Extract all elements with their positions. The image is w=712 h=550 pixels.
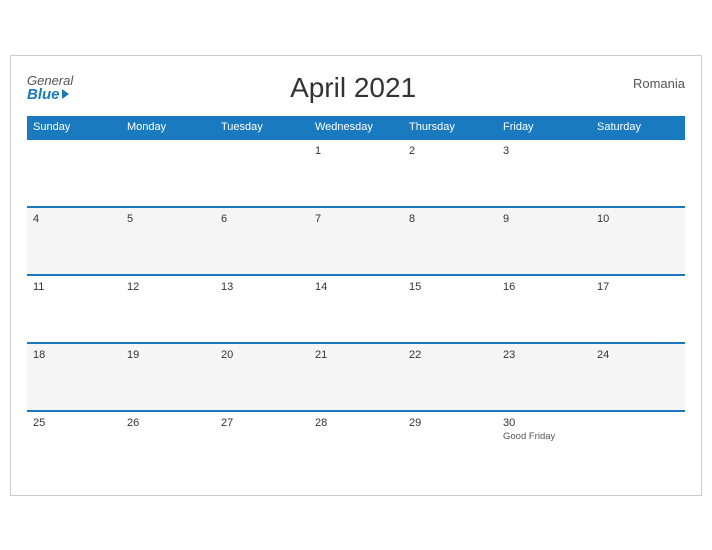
calendar-week-row: 123 (27, 139, 685, 207)
header-tuesday: Tuesday (215, 116, 309, 139)
calendar-cell: 7 (309, 207, 403, 275)
calendar-cell: 18 (27, 343, 121, 411)
calendar-cell: 28 (309, 411, 403, 479)
day-number: 26 (127, 417, 209, 429)
calendar-cell: 11 (27, 275, 121, 343)
day-number: 29 (409, 417, 491, 429)
day-number: 25 (33, 417, 115, 429)
day-number: 18 (33, 349, 115, 361)
calendar-cell: 13 (215, 275, 309, 343)
weekday-header-row: Sunday Monday Tuesday Wednesday Thursday… (27, 116, 685, 139)
calendar-cell: 4 (27, 207, 121, 275)
day-number: 5 (127, 213, 209, 225)
day-number: 24 (597, 349, 679, 361)
header-wednesday: Wednesday (309, 116, 403, 139)
day-number: 9 (503, 213, 585, 225)
calendar-cell: 20 (215, 343, 309, 411)
calendar-cell: 24 (591, 343, 685, 411)
logo-triangle-icon (62, 89, 69, 99)
calendar-cell: 8 (403, 207, 497, 275)
country-label: Romania (633, 72, 685, 91)
calendar-cell: 26 (121, 411, 215, 479)
day-number: 28 (315, 417, 397, 429)
day-number: 12 (127, 281, 209, 293)
day-number: 14 (315, 281, 397, 293)
day-number: 19 (127, 349, 209, 361)
calendar-cell: 3 (497, 139, 591, 207)
header-sunday: Sunday (27, 116, 121, 139)
calendar-cell: 15 (403, 275, 497, 343)
calendar-cell: 12 (121, 275, 215, 343)
day-number: 23 (503, 349, 585, 361)
calendar-grid: Sunday Monday Tuesday Wednesday Thursday… (27, 116, 685, 479)
calendar-cell: 5 (121, 207, 215, 275)
calendar-cell (121, 139, 215, 207)
calendar-container: General Blue April 2021 Romania Sunday M… (10, 55, 702, 496)
day-number: 7 (315, 213, 397, 225)
calendar-cell: 29 (403, 411, 497, 479)
calendar-cell (27, 139, 121, 207)
calendar-cell: 2 (403, 139, 497, 207)
calendar-cell: 27 (215, 411, 309, 479)
day-number: 21 (315, 349, 397, 361)
day-number: 17 (597, 281, 679, 293)
calendar-cell: 16 (497, 275, 591, 343)
calendar-cell (215, 139, 309, 207)
calendar-cell: 1 (309, 139, 403, 207)
calendar-cell: 25 (27, 411, 121, 479)
logo-general-text: General (27, 74, 73, 87)
event-label: Good Friday (503, 431, 585, 442)
day-number: 8 (409, 213, 491, 225)
calendar-cell (591, 139, 685, 207)
calendar-cell: 6 (215, 207, 309, 275)
day-number: 3 (503, 145, 585, 157)
day-number: 27 (221, 417, 303, 429)
calendar-cell: 17 (591, 275, 685, 343)
calendar-cell: 9 (497, 207, 591, 275)
header-saturday: Saturday (591, 116, 685, 139)
header-thursday: Thursday (403, 116, 497, 139)
day-number: 2 (409, 145, 491, 157)
calendar-cell: 22 (403, 343, 497, 411)
calendar-cell: 23 (497, 343, 591, 411)
day-number: 30 (503, 417, 585, 429)
calendar-week-row: 11 12 13 14 15 16 17 (27, 275, 685, 343)
calendar-cell: 14 (309, 275, 403, 343)
day-number: 15 (409, 281, 491, 293)
header-friday: Friday (497, 116, 591, 139)
day-number: 1 (315, 145, 397, 157)
day-number: 11 (33, 281, 115, 293)
calendar-title: April 2021 (73, 72, 633, 104)
day-number: 13 (221, 281, 303, 293)
calendar-cell: 30 Good Friday (497, 411, 591, 479)
calendar-cell: 10 (591, 207, 685, 275)
logo-blue-text: Blue (27, 87, 73, 102)
logo: General Blue (27, 74, 73, 102)
day-number: 10 (597, 213, 679, 225)
calendar-cell (591, 411, 685, 479)
header-monday: Monday (121, 116, 215, 139)
calendar-week-row: 18 19 20 21 22 23 24 (27, 343, 685, 411)
calendar-cell: 19 (121, 343, 215, 411)
calendar-cell: 21 (309, 343, 403, 411)
day-number: 4 (33, 213, 115, 225)
day-number: 20 (221, 349, 303, 361)
calendar-week-row: 25 26 27 28 29 30 Good Friday (27, 411, 685, 479)
calendar-week-row: 456789 10 (27, 207, 685, 275)
calendar-header: General Blue April 2021 Romania (27, 72, 685, 104)
day-number: 6 (221, 213, 303, 225)
day-number: 22 (409, 349, 491, 361)
day-number: 16 (503, 281, 585, 293)
